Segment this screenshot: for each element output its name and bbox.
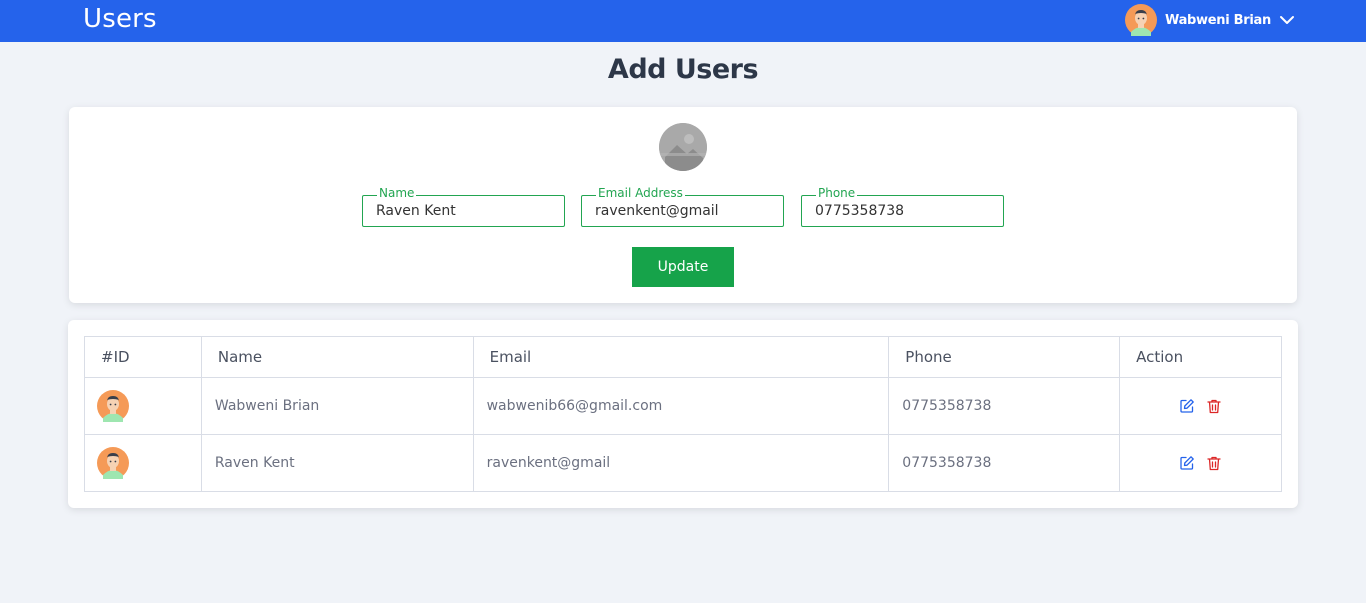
name-field: Name xyxy=(362,186,565,227)
email-field: Email Address xyxy=(581,186,784,227)
name-cell: Raven Kent xyxy=(200,434,474,492)
action-cell xyxy=(1119,377,1282,435)
phone-input[interactable] xyxy=(802,196,1003,226)
edit-icon[interactable] xyxy=(1179,455,1195,471)
top-navbar: Users Wabweni Brian xyxy=(0,0,1366,42)
users-table: #ID Name Email Phone Action Wabweni Bria… xyxy=(84,336,1282,492)
name-cell: Wabweni Brian xyxy=(200,377,474,435)
user-menu[interactable]: Wabweni Brian xyxy=(1125,4,1295,36)
phone-cell: 0775358738 xyxy=(888,434,1121,492)
phone-cell: 0775358738 xyxy=(888,377,1121,435)
user-name: Wabweni Brian xyxy=(1165,12,1271,28)
phone-label: Phone xyxy=(816,186,858,200)
table-row: Wabweni Brian wabwenib66@gmail.com 07753… xyxy=(84,377,1282,435)
id-cell xyxy=(84,377,202,435)
email-cell: ravenkent@gmail xyxy=(472,434,890,492)
trash-icon[interactable] xyxy=(1206,455,1222,471)
edit-icon[interactable] xyxy=(1179,398,1195,414)
id-cell xyxy=(84,434,202,492)
users-table-card: #ID Name Email Phone Action Wabweni Bria… xyxy=(68,320,1298,508)
app-title: Users xyxy=(83,4,157,34)
add-user-form-card: Name Email Address Phone Update xyxy=(69,107,1297,303)
email-input[interactable] xyxy=(582,196,783,226)
table-header-row: #ID Name Email Phone Action xyxy=(84,336,1282,378)
avatar-icon xyxy=(97,390,129,422)
phone-field: Phone xyxy=(801,186,1004,227)
chevron-down-icon[interactable] xyxy=(1279,12,1295,28)
email-label: Email Address xyxy=(596,186,685,200)
column-header-id: #ID xyxy=(84,336,202,378)
email-cell: wabwenib66@gmail.com xyxy=(472,377,890,435)
column-header-action: Action xyxy=(1119,336,1282,378)
avatar-icon xyxy=(1125,4,1157,36)
page-title: Add Users xyxy=(607,54,759,85)
avatar-icon xyxy=(97,447,129,479)
action-cell xyxy=(1119,434,1282,492)
image-placeholder-icon[interactable] xyxy=(659,123,707,171)
column-header-phone: Phone xyxy=(888,336,1121,378)
column-header-email: Email xyxy=(472,336,890,378)
update-button[interactable]: Update xyxy=(632,247,734,287)
name-label: Name xyxy=(377,186,417,200)
name-input[interactable] xyxy=(363,196,564,226)
table-row: Raven Kent ravenkent@gmail 0775358738 xyxy=(84,434,1282,492)
trash-icon[interactable] xyxy=(1206,398,1222,414)
column-header-name: Name xyxy=(200,336,474,378)
